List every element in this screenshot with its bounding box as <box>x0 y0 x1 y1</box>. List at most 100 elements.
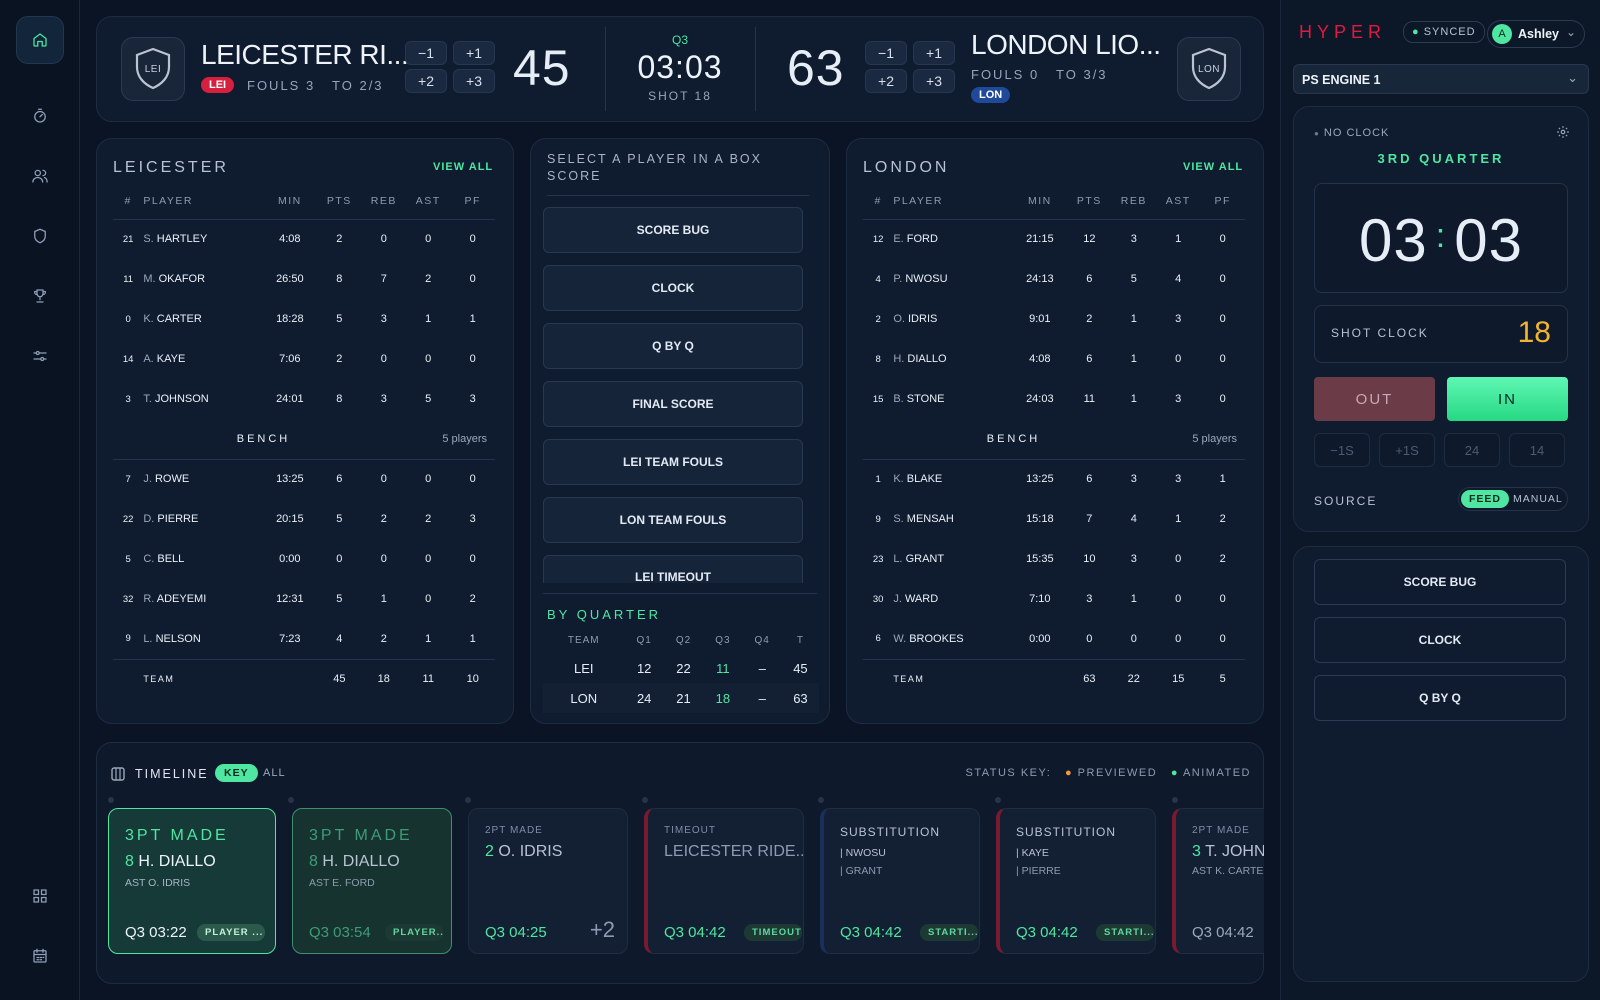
player-row[interactable]: 23 L. GRANT 15:35 10 3 0 2 <box>863 539 1245 579</box>
player-row[interactable]: 22 D. PIERRE 20:15 5 2 2 3 <box>113 499 495 539</box>
player-initial: C. <box>143 553 155 565</box>
view-all-link[interactable]: VIEW ALL <box>1183 161 1243 173</box>
final-score-button[interactable]: FINAL SCORE <box>543 381 803 427</box>
column-header: AST <box>1156 183 1201 220</box>
view-all-link[interactable]: VIEW ALL <box>433 161 493 173</box>
lei-team-fouls-button[interactable]: LEI TEAM FOULS <box>543 439 803 485</box>
stat-pts: 11 <box>1083 393 1096 405</box>
shield-icon[interactable] <box>16 212 64 260</box>
stat-min: 15:35 <box>1026 553 1054 565</box>
grid-icon[interactable] <box>16 872 64 920</box>
home-plus-1-button[interactable]: +1 <box>453 41 495 65</box>
player-row[interactable]: 14 A. KAYE 7:06 2 0 0 0 <box>113 339 495 379</box>
stat-pts: 4 <box>336 632 343 645</box>
player-row[interactable]: 5 C. BELL 0:00 0 0 0 0 <box>113 539 495 579</box>
player-row[interactable]: 7 J. ROWE 13:25 6 0 0 0 <box>113 459 495 499</box>
sliders-icon[interactable] <box>16 332 64 380</box>
timeline-card[interactable]: 3PT MADE 8 H. DIALLO AST E. FORD Q3 03:5… <box>292 808 452 954</box>
score-bug-button[interactable]: SCORE BUG <box>543 207 803 253</box>
table-header-row: # PLAYER MIN PTS REB AST PF <box>863 183 1245 220</box>
away-minus-1-button[interactable]: −1 <box>865 41 907 65</box>
player-number: 9 <box>125 633 131 645</box>
player-row[interactable]: 21 S. HARTLEY 4:08 2 0 0 0 <box>113 219 495 259</box>
player-row[interactable]: 1 K. BLAKE 13:25 6 3 3 1 <box>863 459 1245 499</box>
source-toggle[interactable]: FEED MANUAL <box>1458 487 1568 511</box>
quarter-cell: 22 <box>676 660 691 676</box>
stat-pf: 0 <box>469 233 476 246</box>
users-icon[interactable] <box>16 152 64 200</box>
by-quarter-table: TEAM Q1 Q2 Q3 Q4 T LEI 12 22 11 – 45 LON 24 21 18 – 63 <box>543 627 819 713</box>
player-row[interactable]: 9 L. NELSON 7:23 4 2 1 1 <box>113 619 495 659</box>
clock-button[interactable]: CLOCK <box>1314 617 1566 663</box>
timeline-card[interactable]: 2PT MADE 3 T. JOHNS AST K. CARTER Q3 04:… <box>1172 808 1264 954</box>
gear-icon[interactable] <box>1556 125 1570 139</box>
clock-button[interactable]: CLOCK <box>543 265 803 311</box>
timeline-card[interactable]: 2PT MADE 2 O. IDRIS Q3 04:25 +2 <box>468 808 628 954</box>
player-initial: S. <box>893 513 904 525</box>
away-plus-3-button[interactable]: +3 <box>913 69 955 93</box>
manual-option[interactable]: MANUAL <box>1513 493 1563 505</box>
player-row[interactable]: 8 H. DIALLO 4:08 6 1 0 0 <box>863 339 1245 379</box>
player-surname: BROOKES <box>909 632 964 645</box>
engine-select[interactable]: PS ENGINE 1 ⌄ <box>1293 64 1589 94</box>
timeline-card[interactable]: 3PT MADE 8 H. DIALLO AST O. IDRIS Q3 03:… <box>108 808 276 954</box>
minus-1s-button[interactable]: −1S <box>1314 433 1370 467</box>
player-row[interactable]: 30 J. WARD 7:10 3 1 0 0 <box>863 579 1245 619</box>
column-header: PTS <box>317 183 362 220</box>
player-row[interactable]: 15 B. STONE 24:03 11 1 3 0 <box>863 379 1245 419</box>
home-minus-1-button[interactable]: −1 <box>405 41 447 65</box>
home-plus-2-button[interactable]: +2 <box>405 69 447 93</box>
trophy-icon[interactable] <box>16 272 64 320</box>
player-row[interactable]: 0 K. CARTER 18:28 5 3 1 1 <box>113 299 495 339</box>
timeline-card[interactable]: TIMEOUT LEICESTER RIDE... Q3 04:42 TIMEO… <box>644 808 804 954</box>
player-row[interactable]: 32 R. ADEYEMI 12:31 5 1 0 2 <box>113 579 495 619</box>
player-row[interactable]: 6 W. BROOKES 0:00 0 0 0 0 <box>863 619 1245 659</box>
stat-pts: 5 <box>336 513 343 525</box>
player-row[interactable]: 9 S. MENSAH 15:18 7 4 1 2 <box>863 499 1245 539</box>
player-number: 0 <box>125 313 131 325</box>
team-total-row: TEAM 45 18 11 10 <box>113 658 495 699</box>
home-plus-3-button[interactable]: +3 <box>453 69 495 93</box>
team-reb: 22 <box>1111 658 1157 699</box>
player-surname: HARTLEY <box>156 233 208 246</box>
timeline-card[interactable]: SUBSTITUTION | NWOSU | GRANT Q3 04:42 ST… <box>820 808 980 954</box>
stat-min: 7:06 <box>279 353 301 365</box>
reset-24-button[interactable]: 24 <box>1444 433 1500 467</box>
stat-reb: 1 <box>1130 313 1137 325</box>
score-bug-button[interactable]: SCORE BUG <box>1314 559 1566 605</box>
stat-reb: 0 <box>1130 632 1137 645</box>
lon-team-fouls-button[interactable]: LON TEAM FOULS <box>543 497 803 543</box>
clock-in-button[interactable]: IN <box>1447 377 1568 421</box>
player-initial: D. <box>143 513 155 525</box>
timeline-card[interactable]: SUBSTITUTION | KAYE | PIERRE Q3 04:42 ST… <box>996 808 1156 954</box>
player-number: 30 <box>872 593 884 605</box>
away-score: 63 <box>787 40 845 96</box>
team-pf: 5 <box>1200 658 1245 699</box>
lei-timeout-button[interactable]: LEI TIMEOUT <box>543 555 803 583</box>
team-pts: 45 <box>317 658 362 699</box>
clock-out-button[interactable]: OUT <box>1314 377 1435 421</box>
player-initial: T. <box>143 393 152 405</box>
q-by-q-button[interactable]: Q BY Q <box>543 323 803 369</box>
away-plus-2-button[interactable]: +2 <box>865 69 907 93</box>
away-plus-1-button[interactable]: +1 <box>913 41 955 65</box>
stat-min: 4:08 <box>1029 353 1051 365</box>
plus-1s-button[interactable]: +1S <box>1379 433 1435 467</box>
calendar-icon[interactable] <box>16 932 64 980</box>
player-initial: O. <box>893 313 905 325</box>
away-team-abbr: LON <box>971 87 1011 103</box>
player-row[interactable]: 11 M. OKAFOR 26:50 8 7 2 0 <box>113 259 495 299</box>
player-row[interactable]: 4 P. NWOSU 24:13 6 5 4 0 <box>863 259 1245 299</box>
player-row[interactable]: 3 T. JOHNSON 24:01 8 3 5 3 <box>113 379 495 419</box>
feed-option[interactable]: FEED <box>1461 490 1510 508</box>
stopwatch-icon[interactable] <box>16 92 64 140</box>
q-by-q-button[interactable]: Q BY Q <box>1314 675 1566 721</box>
reset-14-button[interactable]: 14 <box>1509 433 1565 467</box>
quarter-cell: 12 <box>636 660 652 676</box>
quick-graphics-panel: SCORE BUG CLOCK Q BY Q <box>1293 546 1589 982</box>
stat-pf: 0 <box>469 273 476 285</box>
home-icon[interactable] <box>16 16 64 64</box>
player-row[interactable]: 2 O. IDRIS 9:01 2 1 3 0 <box>863 299 1245 339</box>
player-row[interactable]: 12 E. FORD 21:15 12 3 1 0 <box>863 219 1245 259</box>
user-menu[interactable]: A Ashley ⌄ <box>1487 20 1585 48</box>
